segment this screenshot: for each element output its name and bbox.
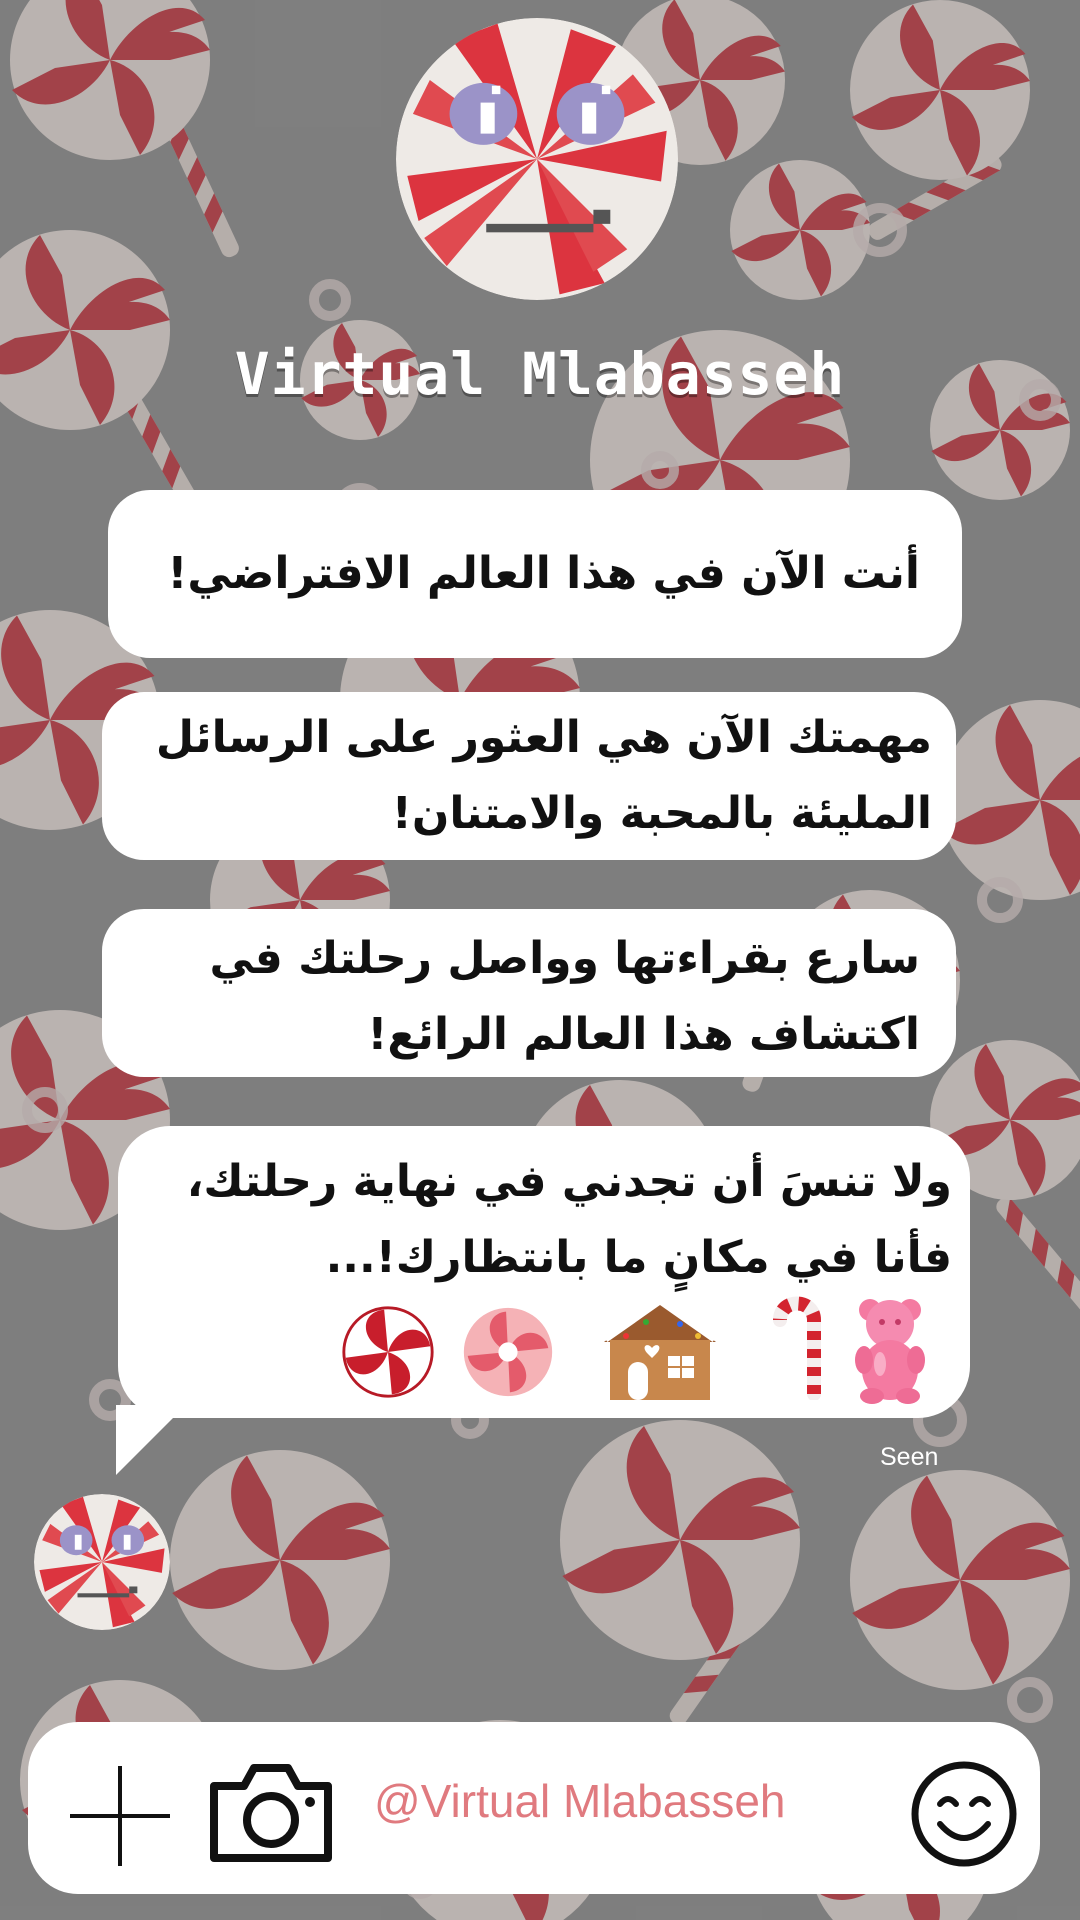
- pixel-candy-face-icon: [396, 18, 678, 300]
- smiley-icon[interactable]: [910, 1760, 1018, 1868]
- message-line: ولا تنسَ أن تجدني في نهاية رحلتك،: [186, 1156, 952, 1207]
- message-line: أنت الآن في هذا العالم الافتراضي!: [167, 548, 920, 599]
- camera-icon[interactable]: [206, 1760, 336, 1864]
- message-bubble-3: سارع بقراءتها وواصل رحلتك في اكتشاف هذا …: [102, 909, 956, 1077]
- pixel-candy-face-icon: [34, 1494, 170, 1630]
- pink-lollipop-icon: [463, 1307, 553, 1397]
- sender-avatar[interactable]: [34, 1494, 170, 1630]
- message-bubble-1: أنت الآن في هذا العالم الافتراضي!: [108, 490, 962, 658]
- message-line: مهمتك الآن هي العثور على الرسائل: [155, 712, 932, 763]
- message-line: اكتشاف هذا العالم الرائع!: [367, 1009, 920, 1060]
- candy-emoji-row: [220, 1296, 925, 1410]
- message-line: سارع بقراءتها وواصل رحلتك في: [209, 933, 920, 984]
- gummy-bear-icon: [855, 1299, 925, 1404]
- message-bubble-2: مهمتك الآن هي العثور على الرسائل المليئة…: [102, 692, 956, 860]
- message-line: فأنا في مكانٍ ما بانتظارك!...: [325, 1232, 952, 1283]
- message-line: المليئة بالمحبة والامتنان!: [391, 788, 932, 839]
- candy-cane-icon: [773, 1296, 821, 1400]
- profile-name: Virtual Mlabasseh: [234, 340, 846, 408]
- bubble-tail: [116, 1405, 186, 1475]
- seen-status: Seen: [880, 1443, 939, 1471]
- composer-handle-text[interactable]: @Virtual Mlabasseh: [374, 1774, 785, 1828]
- red-peppermint-icon: [342, 1306, 434, 1398]
- gingerbread-house-icon: [604, 1298, 716, 1400]
- message-composer: @Virtual Mlabasseh: [28, 1722, 1040, 1894]
- profile-avatar[interactable]: [396, 18, 678, 300]
- plus-icon[interactable]: [68, 1764, 172, 1868]
- chat-screen: Virtual Mlabasseh أنت الآن في هذا العالم…: [0, 0, 1080, 1920]
